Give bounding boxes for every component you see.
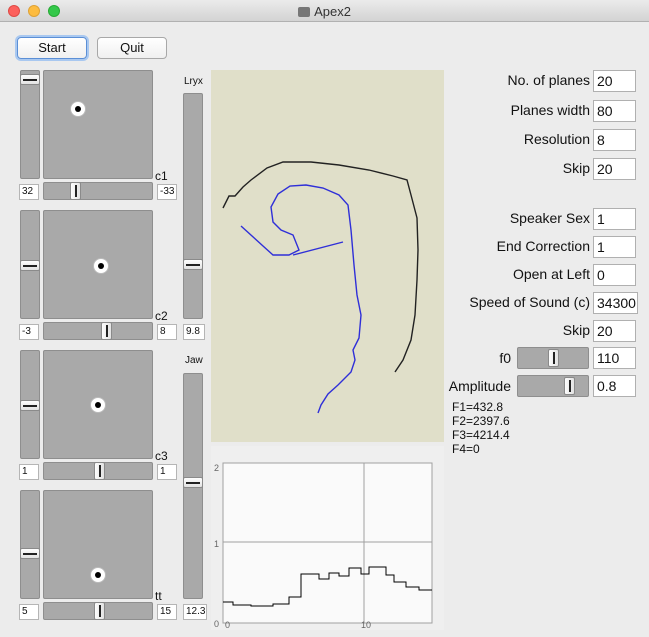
skip-field-2[interactable]: 20: [593, 320, 636, 342]
tt-vertical-slider[interactable]: [20, 490, 40, 599]
app-icon: [298, 7, 311, 17]
end-correction-label: End Correction: [496, 238, 590, 254]
planes-label: No. of planes: [507, 72, 591, 88]
open-at-left-label: Open at Left: [512, 266, 590, 282]
spectrum-y-tick-0: 0: [214, 619, 219, 629]
lryx-slider-thumb[interactable]: [183, 259, 203, 270]
vocal-tract-svg: [222, 161, 419, 414]
open-at-left-field[interactable]: 0: [593, 264, 636, 286]
c2-left-value[interactable]: -3: [19, 324, 39, 340]
speed-of-sound-label: Speed of Sound (c): [469, 294, 590, 310]
c3-horizontal-slider-thumb[interactable]: [94, 462, 105, 480]
jaw-value[interactable]: 12.3: [183, 604, 207, 620]
c2-horizontal-slider-thumb[interactable]: [101, 322, 112, 340]
amplitude-field[interactable]: 0.8: [593, 375, 636, 397]
skip-field-1[interactable]: 20: [593, 158, 636, 180]
c2-horizontal-slider[interactable]: [43, 322, 153, 340]
c1-horizontal-slider[interactable]: [43, 182, 153, 200]
end-correction-field[interactable]: 1: [593, 236, 636, 258]
speaker-sex-label: Speaker Sex: [509, 210, 590, 226]
tongue-segment: [292, 241, 344, 256]
c3-vertical-slider[interactable]: [20, 350, 40, 459]
c2-vertical-slider[interactable]: [20, 210, 40, 319]
c1-label: c1: [155, 169, 168, 183]
spectrum-plot-area: [222, 462, 433, 624]
c1-horizontal-slider-thumb[interactable]: [70, 182, 81, 200]
planes-width-label: Planes width: [510, 102, 590, 118]
spectrum-x-tick-0: 0: [225, 620, 230, 630]
spectrum-x-tick-10: 10: [361, 620, 371, 630]
tt-right-value[interactable]: 15: [157, 604, 177, 620]
tt-left-value[interactable]: 5: [19, 604, 39, 620]
c1-vertical-slider[interactable]: [20, 70, 40, 179]
c3-left-value[interactable]: 1: [19, 464, 39, 480]
c2-vertical-slider-thumb[interactable]: [20, 260, 40, 271]
c1-right-value[interactable]: -33: [157, 184, 177, 200]
amplitude-label: Amplitude: [448, 378, 511, 394]
jaw-slider[interactable]: [183, 373, 203, 599]
window-title: Apex2: [0, 4, 649, 19]
tongue-contour: [240, 184, 362, 414]
c3-xy-pad-handle[interactable]: [90, 397, 106, 413]
f0-field[interactable]: 110: [593, 347, 636, 369]
c2-xy-pad[interactable]: [43, 210, 153, 319]
jaw-label: Jaw: [185, 355, 203, 366]
c1-vertical-slider-thumb[interactable]: [20, 74, 40, 85]
vocal-tract-outline: [222, 161, 419, 373]
lryx-value[interactable]: 9.8: [183, 324, 205, 340]
c3-xy-pad[interactable]: [43, 350, 153, 459]
formant-f4: F4=0: [452, 442, 480, 456]
c1-left-value[interactable]: 32: [19, 184, 39, 200]
c3-label: c3: [155, 449, 168, 463]
amplitude-slider-thumb[interactable]: [564, 377, 575, 395]
spectrum-display: 2 1 0 0 10: [211, 446, 444, 630]
start-button[interactable]: Start: [17, 37, 87, 59]
c2-xy-pad-handle[interactable]: [93, 258, 109, 274]
c1-xy-pad[interactable]: [43, 70, 153, 179]
window-title-text: Apex2: [314, 4, 351, 19]
f0-slider-thumb[interactable]: [548, 349, 559, 367]
quit-button[interactable]: Quit: [97, 37, 167, 59]
tt-xy-pad-handle[interactable]: [90, 567, 106, 583]
skip-label-2: Skip: [562, 322, 590, 338]
f0-label: f0: [499, 350, 511, 366]
jaw-slider-thumb[interactable]: [183, 477, 203, 488]
f0-slider[interactable]: [517, 347, 589, 369]
tt-vertical-slider-thumb[interactable]: [20, 548, 40, 559]
tt-xy-pad[interactable]: [43, 490, 153, 599]
c3-horizontal-slider[interactable]: [43, 462, 153, 480]
vocal-tract-display: [211, 70, 444, 442]
tt-horizontal-slider-thumb[interactable]: [94, 602, 105, 620]
c1-xy-pad-handle[interactable]: [70, 101, 86, 117]
c3-right-value[interactable]: 1: [157, 464, 177, 480]
title-bar: Apex2: [0, 0, 649, 22]
tt-horizontal-slider[interactable]: [43, 602, 153, 620]
amplitude-slider[interactable]: [517, 375, 589, 397]
lryx-slider[interactable]: [183, 93, 203, 319]
skip-label-1: Skip: [562, 160, 590, 176]
formant-f1: F1=432.8: [452, 400, 504, 414]
formant-f3: F3=4214.4: [452, 428, 510, 442]
speaker-sex-field[interactable]: 1: [593, 208, 636, 230]
c2-right-value[interactable]: 8: [157, 324, 177, 340]
spectrum-svg: 2 1 0 0 10: [214, 462, 433, 630]
speed-of-sound-field[interactable]: 34300: [593, 292, 638, 314]
planes-width-field[interactable]: 80: [593, 100, 636, 122]
tt-label: tt: [155, 589, 162, 603]
planes-field[interactable]: 20: [593, 70, 636, 92]
c2-label: c2: [155, 309, 168, 323]
resolution-label: Resolution: [523, 131, 590, 147]
c3-vertical-slider-thumb[interactable]: [20, 400, 40, 411]
resolution-field[interactable]: 8: [593, 129, 636, 151]
spectrum-y-tick-2: 2: [214, 463, 219, 473]
lryx-label: Lryx: [184, 76, 203, 87]
formant-f2: F2=2397.6: [452, 414, 510, 428]
spectrum-y-tick-1: 1: [214, 539, 219, 549]
